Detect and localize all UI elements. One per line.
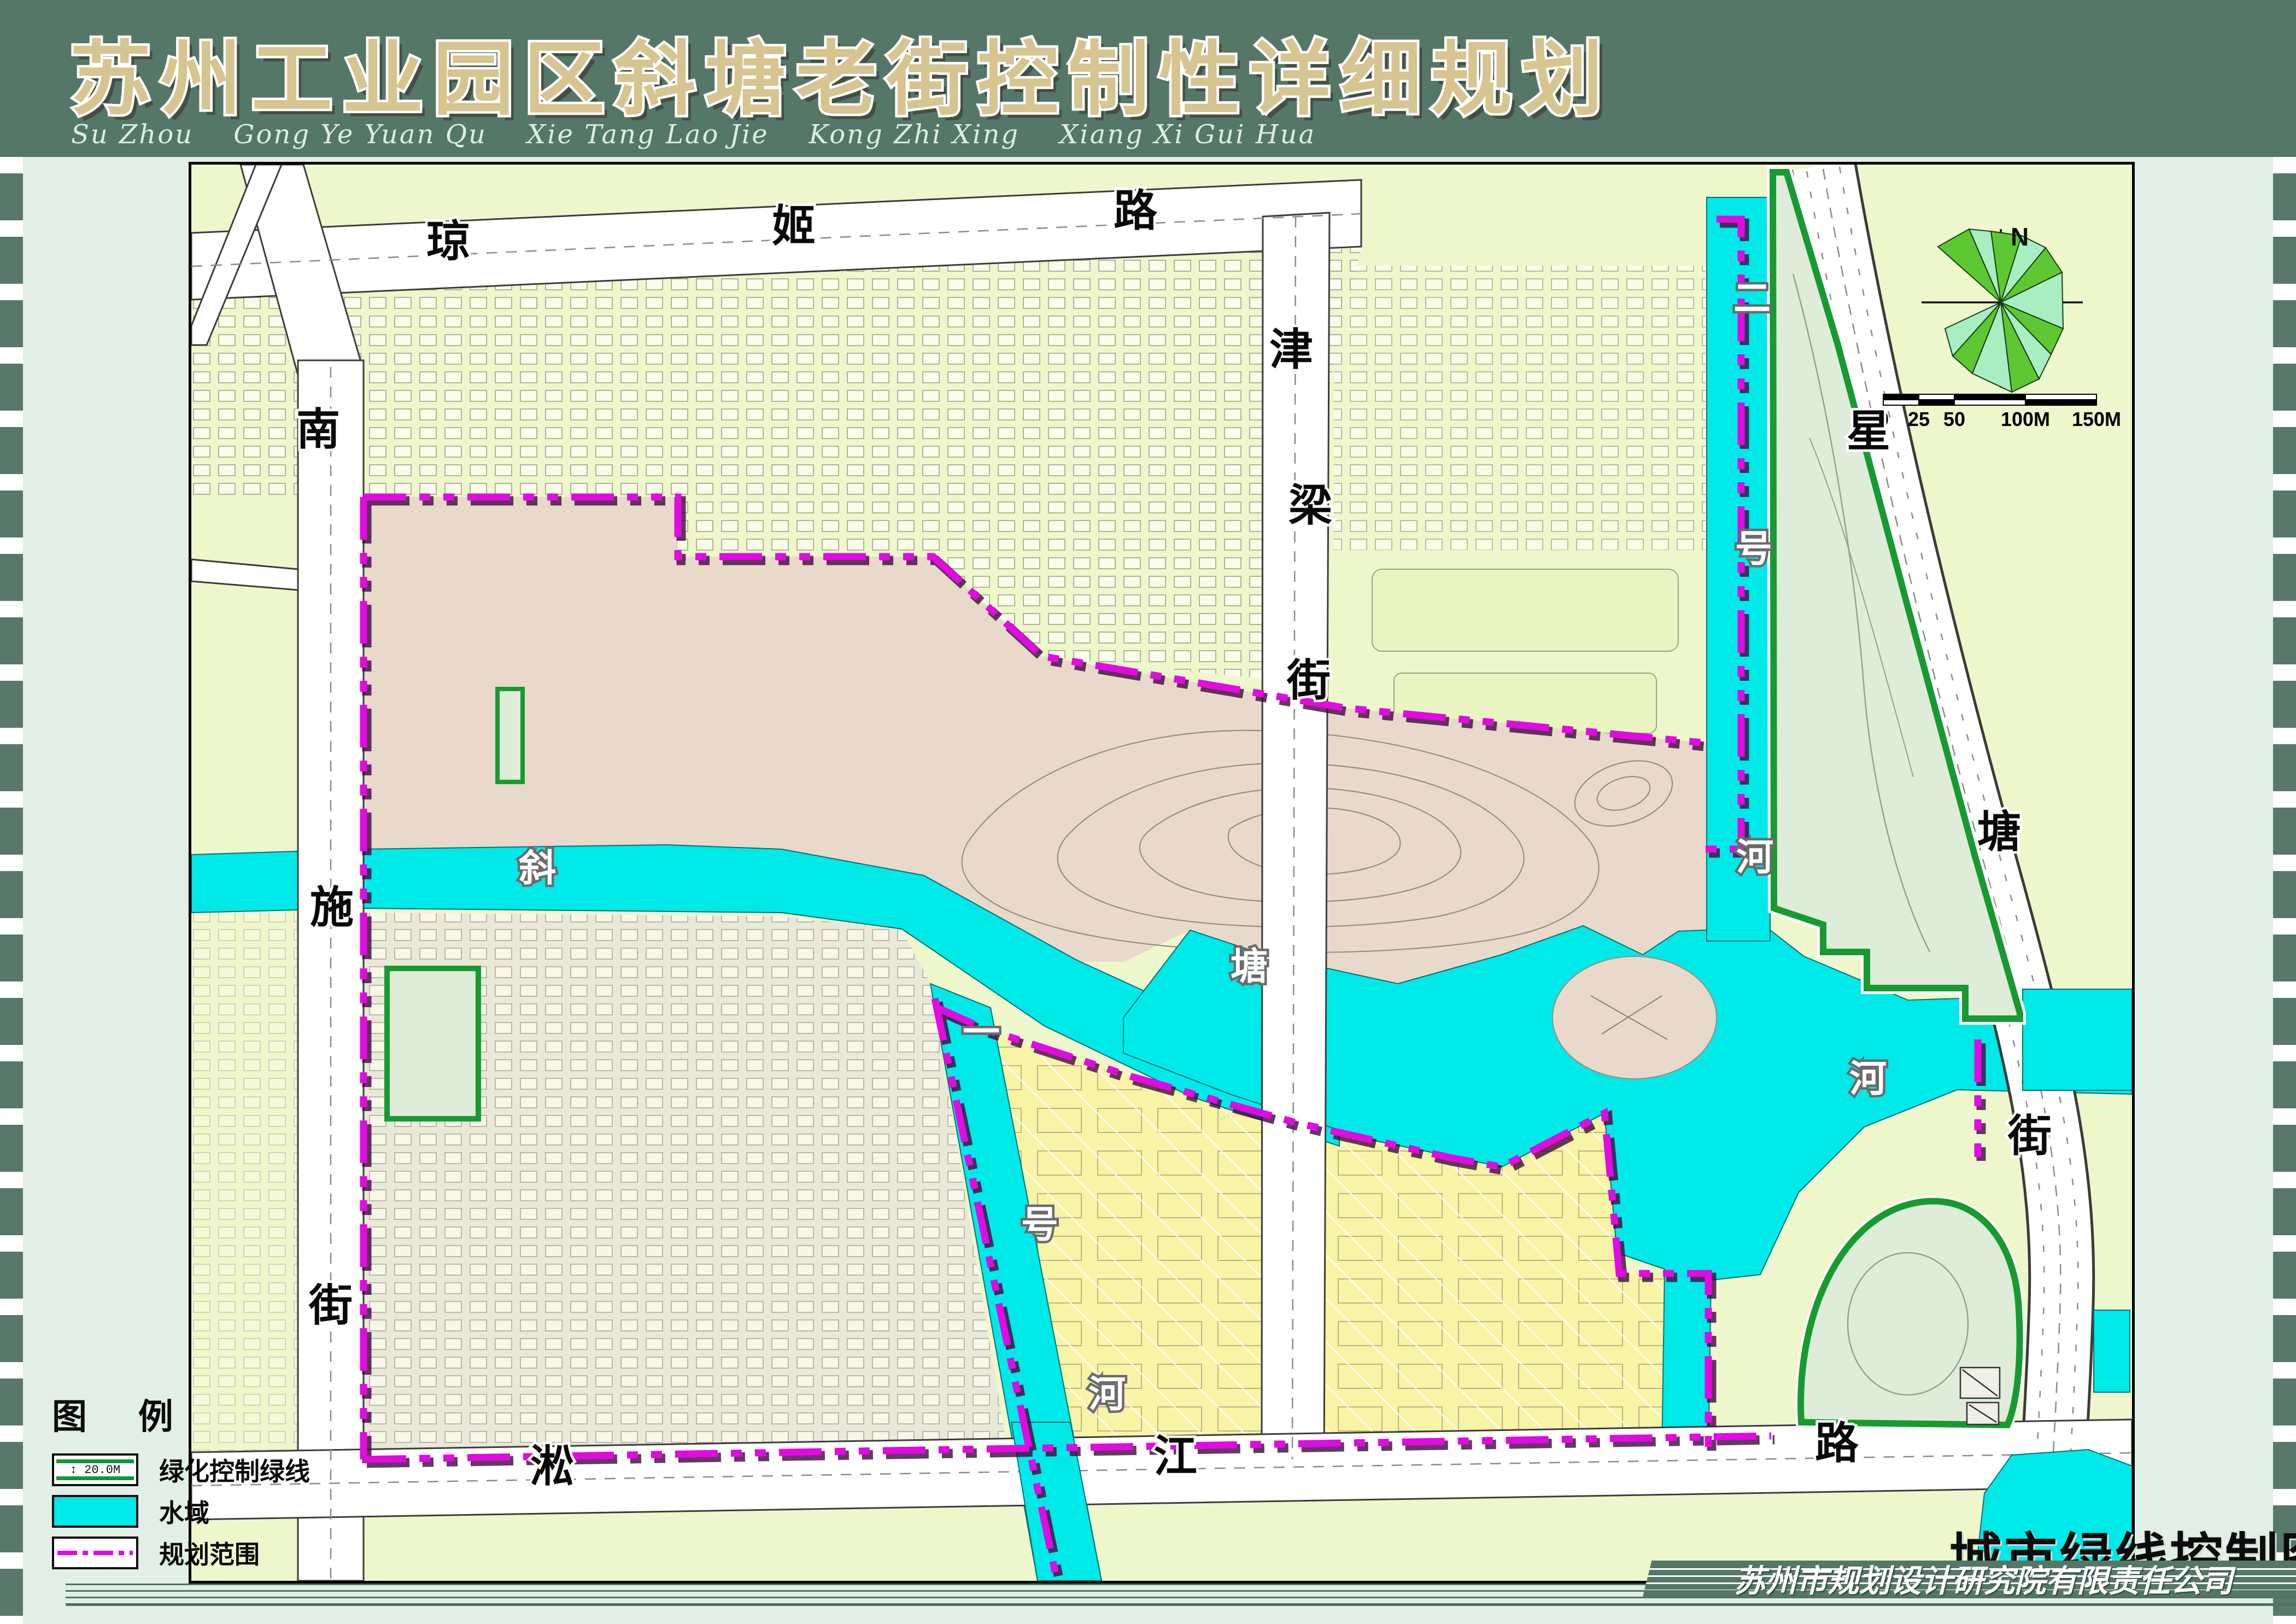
page: 苏州工业园区斜塘老街控制性详细规划 苏州工业园区斜塘老街控制性详细规划 Su Z…: [0, 0, 2296, 1624]
legend-label: 规划范围: [159, 1535, 260, 1571]
road-label-12: 淞: [530, 1442, 574, 1491]
page-title: 苏州工业园区斜塘老街控制性详细规划: [70, 34, 1613, 125]
boundary-swatch: [52, 1537, 138, 1569]
river-label-18: 二: [1733, 278, 1771, 319]
road-label-1: 姬: [772, 202, 816, 250]
film-strip-right-decoration: [2273, 157, 2296, 1624]
green-strip-small: [497, 689, 523, 782]
road-label-10: 塘: [1977, 808, 2021, 856]
river-label-16: 塘: [1231, 946, 1268, 988]
pond-east-of-road: [2094, 1310, 2130, 1392]
arrow-updown-icon: ↕: [70, 1463, 77, 1477]
road-label-9: 星: [1847, 407, 1890, 455]
green-strip-west: [387, 968, 478, 1119]
legend-label: 绿化控制绿线: [159, 1452, 310, 1488]
scale-tick-150M: 150M: [2072, 408, 2121, 430]
legend-label: 水域: [159, 1493, 209, 1529]
river-label-15: 斜: [519, 848, 556, 889]
river-label-22: 号: [1021, 1204, 1058, 1246]
legend-item-green-line: ↕ 20.0M 绿化控制绿线: [52, 1454, 489, 1485]
road-label-6: 津: [1269, 325, 1313, 374]
green-line-top: [56, 1459, 134, 1463]
road-label-0: 琼: [426, 217, 470, 266]
river-label-19: 号: [1735, 528, 1772, 570]
river-label-23: 河: [1088, 1374, 1126, 1415]
road-label-14: 路: [1815, 1419, 1859, 1468]
road-label-11: 街: [2007, 1112, 2052, 1160]
water-swatch: [52, 1495, 138, 1528]
road-label-5: 街: [308, 1281, 353, 1330]
road-label-13: 江: [1153, 1432, 1197, 1481]
river-label-20: 河: [1736, 837, 1773, 878]
road-label-8: 街: [1286, 656, 1331, 705]
legend: 图 例 ↕ 20.0M 绿化控制绿线 水域 规划范围: [52, 1389, 489, 1579]
river-label-21: 一: [963, 1012, 1000, 1053]
road-label-3: 南: [296, 405, 340, 454]
north-label: N: [2011, 223, 2029, 251]
company-name: 苏州市规划设计研究院有限责任公司: [1647, 1561, 2296, 1597]
legend-item-water: 水域: [52, 1496, 489, 1527]
company-banner: 苏州市规划设计研究院有限责任公司: [1643, 1561, 2296, 1597]
park-buildings: [1960, 1368, 2000, 1424]
green-line-dimension: ↕ 20.0M: [54, 1463, 136, 1477]
road-label-2: 路: [1114, 186, 1158, 235]
scale-tick-100M: 100M: [2001, 408, 2050, 430]
boundary-dash-line: [57, 1551, 133, 1555]
film-strip-left-decoration: [0, 157, 23, 1624]
road-label-4: 施: [310, 883, 354, 932]
legend-item-boundary: 规划范围: [52, 1538, 489, 1568]
scale-tick-50: 50: [1943, 408, 1965, 430]
footer-rule-4: [66, 1603, 2296, 1606]
lawns-northeast: [1372, 569, 1678, 733]
green-line-bottom: [56, 1476, 134, 1480]
header-svg: 苏州工业园区斜塘老街控制性详细规划 苏州工业园区斜塘老街控制性详细规划 Su Z…: [0, 0, 2296, 157]
green-line-swatch: ↕ 20.0M: [52, 1453, 138, 1486]
lake-island: [1553, 956, 1717, 1079]
planning-map: N 02550100M150M 琼姬路南施街津梁街星塘街淞江路斜塘河二号河一号河: [191, 165, 2132, 1581]
lake-outlet-east: [2023, 989, 2132, 1090]
road-label-7: 梁: [1288, 481, 1332, 530]
scale-tick-25: 25: [1908, 408, 1930, 430]
map-canvas: N 02550100M150M 琼姬路南施街津梁街星塘街淞江路斜塘河二号河一号河: [189, 162, 2135, 1584]
river-label-17: 河: [1849, 1058, 1887, 1100]
legend-title: 图 例: [52, 1389, 489, 1439]
page-title-pinyin: Su Zhou Gong Ye Yuan Qu Xie Tang Lao Jie…: [71, 119, 1316, 150]
header-band: 苏州工业园区斜塘老街控制性详细规划 苏州工业园区斜塘老街控制性详细规划 Su Z…: [0, 0, 2296, 157]
